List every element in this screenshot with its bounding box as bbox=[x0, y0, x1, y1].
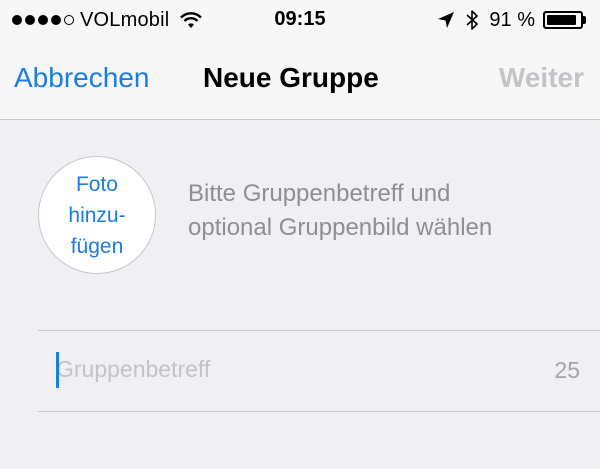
instruction-line: Bitte Gruppenbetreff und bbox=[188, 180, 451, 207]
battery-fill bbox=[547, 15, 577, 25]
add-photo-label-line: fügen bbox=[70, 234, 124, 258]
add-photo-label-line: hinzu- bbox=[68, 203, 126, 227]
new-group-form: Foto hinzu- fügen Bitte Gruppenbetreff u… bbox=[0, 121, 600, 469]
divider bbox=[38, 411, 600, 412]
text-cursor bbox=[56, 352, 59, 388]
location-arrow-icon bbox=[438, 12, 455, 28]
navigation-bar: Abbrechen Neue Gruppe Weiter bbox=[0, 40, 600, 120]
page-title: Neue Gruppe bbox=[203, 62, 379, 93]
status-bar: VOLmobil 09:15 91 % bbox=[0, 0, 600, 40]
battery-percentage: 91 % bbox=[489, 8, 535, 31]
divider bbox=[38, 330, 600, 331]
next-button[interactable]: Weiter bbox=[499, 62, 584, 94]
cancel-button[interactable]: Abbrechen bbox=[14, 62, 149, 94]
group-subject-input[interactable] bbox=[56, 349, 516, 389]
instruction-line: optional Gruppenbild wählen bbox=[188, 214, 493, 241]
battery-body bbox=[543, 11, 583, 29]
add-photo-label-line: Foto bbox=[75, 172, 118, 196]
remaining-characters-counter: 25 bbox=[554, 357, 580, 383]
bluetooth-icon bbox=[466, 10, 479, 30]
instruction-text: Bitte Gruppenbetreff und optional Gruppe… bbox=[188, 177, 588, 245]
battery-icon bbox=[543, 11, 586, 29]
battery-tip bbox=[583, 16, 586, 24]
add-photo-button[interactable]: Foto hinzu- fügen bbox=[38, 156, 156, 274]
status-right: 91 % bbox=[437, 8, 586, 32]
add-photo-label: Foto hinzu- fügen bbox=[68, 169, 125, 262]
